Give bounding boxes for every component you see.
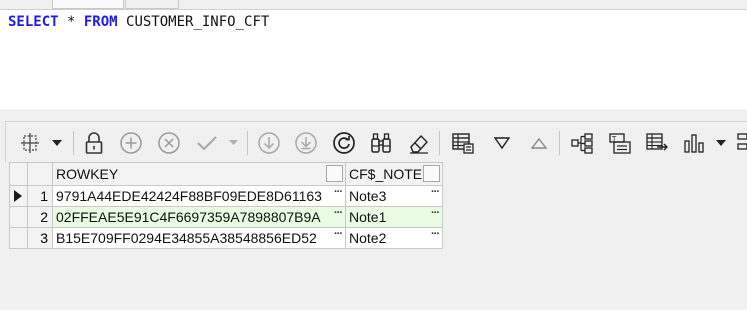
export-icon[interactable] (644, 122, 670, 163)
row-number: 1 (27, 185, 53, 207)
sql-star: * (58, 14, 84, 30)
toolbar-separator (73, 131, 74, 155)
grid-toolbar: T (5, 121, 747, 163)
result-grid[interactable]: ROWKEY CF$_NOTE 1 9791A44EDE42424F88BF09… (9, 162, 747, 310)
cell-ellipsis-button[interactable]: ··· (334, 228, 343, 240)
cell-value: B15E709FF0294E34855A38548856ED52 (56, 230, 317, 246)
table-row[interactable]: 3 B15E709FF0294E34855A38548856ED52 ··· No… (9, 227, 443, 249)
cell-ellipsis-button[interactable]: ··· (334, 186, 343, 198)
sort-up-icon[interactable] (526, 122, 552, 163)
table-cell[interactable]: Note1 ··· (345, 206, 443, 228)
post-edit-icon[interactable] (194, 122, 220, 163)
column-filter-box[interactable] (326, 165, 343, 182)
table-cell[interactable]: 9791A44EDE42424F88BF09EDE8D61163 ··· (52, 185, 346, 207)
cell-value: Note2 (349, 230, 387, 246)
editor-tab[interactable] (52, 0, 124, 9)
sql-text[interactable]: SELECT * FROM CUSTOMER_INFO_CFT (8, 14, 269, 30)
result-table: ROWKEY CF$_NOTE 1 9791A44EDE42424F88BF09… (9, 162, 443, 249)
cell-value: 9791A44EDE42424F88BF09EDE8D61163 (56, 188, 322, 204)
table-row[interactable]: 1 9791A44EDE42424F88BF09EDE8D61163 ··· No… (9, 185, 443, 207)
column-header-rowkey[interactable]: ROWKEY (52, 162, 346, 186)
table-header-row: ROWKEY CF$_NOTE (9, 162, 443, 186)
column-header-note[interactable]: CF$_NOTE (345, 162, 443, 186)
cell-value: Note1 (349, 209, 387, 225)
tree-view-icon[interactable] (569, 122, 595, 163)
sql-table-name: CUSTOMER_INFO_CFT (117, 14, 270, 30)
column-label: CF$_NOTE (349, 166, 423, 182)
cell-ellipsis-button[interactable]: ··· (334, 207, 343, 219)
toolbar-separator (439, 131, 440, 155)
previous-page-icon[interactable] (256, 122, 282, 163)
filter-icon[interactable] (489, 122, 515, 163)
sql-keyword-select: SELECT (8, 14, 59, 30)
find-icon[interactable] (368, 122, 394, 163)
row-indicator (9, 206, 28, 228)
row-number: 3 (27, 227, 53, 249)
clear-icon[interactable] (406, 122, 432, 163)
cell-ellipsis-button[interactable]: ··· (431, 228, 440, 240)
cell-ellipsis-button[interactable]: ··· (431, 186, 440, 198)
table-cell[interactable]: B15E709FF0294E34855A38548856ED52 ··· (52, 227, 346, 249)
next-page-icon[interactable] (293, 122, 319, 163)
chart-dropdown-icon[interactable] (714, 122, 728, 163)
more-icon[interactable] (734, 122, 747, 163)
column-filter-box[interactable] (423, 165, 440, 182)
row-number: 2 (27, 206, 53, 228)
row-indicator (9, 227, 28, 249)
post-edit-dropdown-icon[interactable] (226, 122, 240, 163)
editor-tab-secondary[interactable] (125, 0, 179, 9)
cell-value: 02FFEAE5E91C4F6697359A7898807B9A (56, 209, 321, 225)
chart-icon[interactable] (681, 122, 707, 163)
column-label: ROWKEY (56, 166, 119, 182)
select-rows-icon[interactable] (17, 122, 43, 163)
sql-keyword-from: FROM (83, 14, 118, 30)
table-cell[interactable]: Note2 ··· (345, 227, 443, 249)
toolbar-separator (559, 131, 560, 155)
table-cell[interactable]: Note3 ··· (345, 185, 443, 207)
single-record-icon[interactable]: T (607, 122, 633, 163)
row-number-header[interactable] (27, 162, 53, 186)
row-pointer-icon (14, 190, 22, 202)
indicator-header[interactable] (9, 162, 28, 186)
table-row[interactable]: 2 02FFEAE5E91C4F6697359A7898807B9A ··· No… (9, 206, 443, 228)
cell-ellipsis-button[interactable]: ··· (431, 207, 440, 219)
refresh-icon[interactable] (331, 122, 357, 163)
current-row-indicator (9, 185, 28, 207)
lock-icon[interactable] (81, 122, 107, 163)
cell-value: Note3 (349, 188, 387, 204)
toolbar-separator (247, 131, 248, 155)
table-cell[interactable]: 02FFEAE5E91C4F6697359A7898807B9A ··· (52, 206, 346, 228)
add-record-icon[interactable] (118, 122, 144, 163)
tab-strip (0, 0, 747, 9)
dropdown-icon[interactable] (49, 122, 65, 163)
editor-splitter[interactable] (0, 109, 747, 121)
grid-view-icon[interactable] (450, 122, 476, 163)
sql-editor[interactable]: SELECT * FROM CUSTOMER_INFO_CFT (0, 9, 747, 110)
delete-record-icon[interactable] (156, 122, 182, 163)
